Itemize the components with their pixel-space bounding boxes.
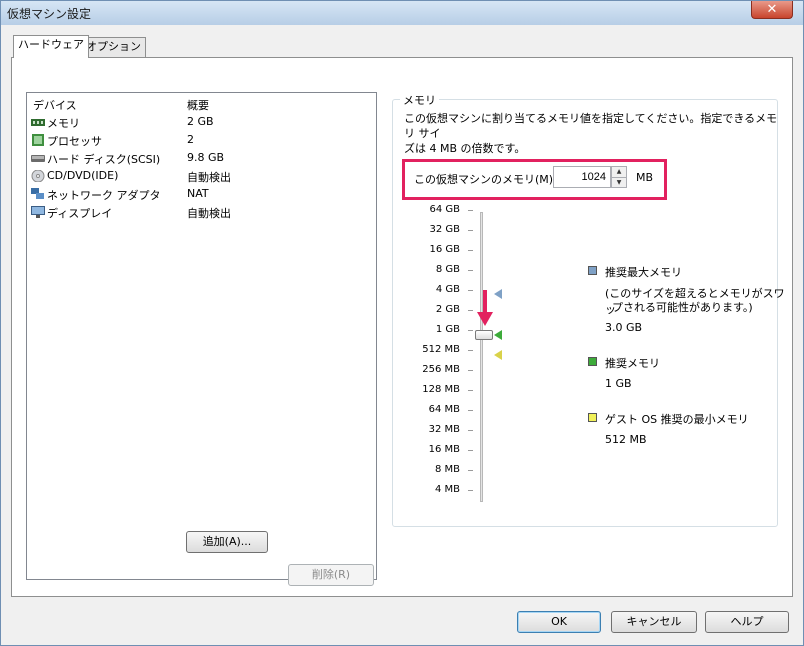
recommended-memory-value: 1 GB <box>605 377 632 390</box>
memory-scale-label: 8 GB <box>435 264 460 275</box>
dialog-client: ハードウェア オプション デバイス 概要 メモリ 2 GB プロセッサ 2 ハー… <box>1 25 803 645</box>
memory-scale-label: 256 MB <box>422 364 460 375</box>
max-memory-note: プされる可能性があります。) <box>612 301 753 314</box>
device-row-memory[interactable]: メモリ 2 GB <box>27 113 376 131</box>
memory-scale-label: 128 MB <box>422 384 460 395</box>
device-summary: NAT <box>187 187 209 200</box>
memory-scale-tick <box>468 430 473 431</box>
network-adapter-icon <box>31 188 44 199</box>
device-row-hard-disk[interactable]: ハード ディスク(SCSI) 9.8 GB <box>27 149 376 167</box>
memory-scale-tick <box>468 350 473 351</box>
memory-scale-tick <box>468 210 473 211</box>
device-row-network-adapter[interactable]: ネットワーク アダプタ NAT <box>27 185 376 203</box>
device-row-cd-dvd[interactable]: CD/DVD(IDE) 自動検出 <box>27 167 376 185</box>
ok-button[interactable]: OK <box>517 611 601 633</box>
device-summary: 自動検出 <box>187 207 231 220</box>
memory-scale-tick <box>468 310 473 311</box>
display-icon <box>31 206 45 218</box>
memory-scale-tick <box>468 290 473 291</box>
hard-disk-icon <box>31 155 45 162</box>
device-name: ハード ディスク(SCSI) <box>47 153 161 166</box>
memory-scale-label: 512 MB <box>422 344 460 355</box>
memory-scale-tick <box>468 490 473 491</box>
memory-spinner[interactable]: ▲ ▼ <box>611 166 627 188</box>
memory-scale-label: 16 GB <box>429 244 460 255</box>
recommended-memory-marker-icon <box>494 330 502 340</box>
max-memory-legend-icon <box>588 266 597 275</box>
device-row-processor[interactable]: プロセッサ 2 <box>27 131 376 149</box>
column-header-summary[interactable]: 概要 <box>187 97 209 113</box>
device-summary: 9.8 GB <box>187 151 225 164</box>
memory-scale-tick <box>468 410 473 411</box>
memory-slider-thumb[interactable] <box>475 330 493 340</box>
memory-scale-tick <box>468 330 473 331</box>
memory-scale-tick <box>468 390 473 391</box>
memory-scale-label: 4 MB <box>434 484 460 495</box>
memory-scale-tick <box>468 230 473 231</box>
memory-description: この仮想マシンに割り当てるメモリ値を指定してください。指定できるメモリ サイ ズ… <box>404 111 782 156</box>
close-button[interactable]: ✕ <box>751 1 793 19</box>
memory-unit: MB <box>636 171 654 184</box>
vm-settings-window: 仮想マシン設定 ✕ ハードウェア オプション デバイス 概要 メモリ 2 GB … <box>0 0 804 646</box>
device-summary: 自動検出 <box>187 171 231 184</box>
memory-group-title: メモリ <box>400 92 439 108</box>
device-summary: 2 GB <box>187 115 214 128</box>
max-memory-value: 3.0 GB <box>605 321 643 334</box>
device-list-header: デバイス 概要 <box>27 93 376 113</box>
cd-dvd-icon <box>31 170 45 182</box>
minimum-memory-marker-icon <box>494 350 502 360</box>
memory-scale-tick <box>468 450 473 451</box>
device-name: ネットワーク アダプタ <box>47 189 161 202</box>
memory-scale-label: 8 MB <box>434 464 460 475</box>
processor-icon <box>32 134 44 146</box>
minimum-memory-title: ゲスト OS 推奨の最小メモリ <box>605 413 749 426</box>
spin-down-icon[interactable]: ▼ <box>612 177 626 187</box>
cancel-button[interactable]: キャンセル <box>611 611 697 633</box>
memory-scale-label: 32 GB <box>429 224 460 235</box>
memory-description-line: この仮想マシンに割り当てるメモリ値を指定してください。指定できるメモリ サイ <box>404 112 778 140</box>
title-bar[interactable]: 仮想マシン設定 ✕ <box>1 1 803 25</box>
recommended-memory-title: 推奨メモリ <box>605 357 660 370</box>
memory-scale-tick <box>468 270 473 271</box>
device-name: ディスプレイ <box>47 207 113 220</box>
device-list[interactable]: デバイス 概要 メモリ 2 GB プロセッサ 2 ハード ディスク(SCSI) … <box>26 92 377 580</box>
pointer-arrow-head-icon <box>477 312 493 326</box>
device-row-display[interactable]: ディスプレイ 自動検出 <box>27 203 376 221</box>
device-name: CD/DVD(IDE) <box>47 169 119 182</box>
memory-description-line: ズは 4 MB の倍数です。 <box>404 142 526 155</box>
memory-scale-label: 4 GB <box>435 284 460 295</box>
memory-scale-tick <box>468 370 473 371</box>
minimum-memory-value: 512 MB <box>605 433 647 446</box>
tab-hardware[interactable]: ハードウェア <box>13 35 89 58</box>
device-name: プロセッサ <box>47 135 102 148</box>
remove-button[interactable]: 削除(R) <box>288 564 374 586</box>
max-memory-marker-icon <box>494 289 502 299</box>
help-button[interactable]: ヘルプ <box>705 611 789 633</box>
max-memory-title: 推奨最大メモリ <box>605 266 682 279</box>
column-header-device[interactable]: デバイス <box>33 97 77 113</box>
memory-scale-tick <box>468 470 473 471</box>
tab-options[interactable]: オプション <box>81 37 146 57</box>
spin-up-icon[interactable]: ▲ <box>612 167 626 177</box>
memory-size-input[interactable] <box>553 166 611 188</box>
window-title: 仮想マシン設定 <box>7 7 92 21</box>
memory-scale-tick <box>468 250 473 251</box>
memory-icon <box>31 119 45 126</box>
hardware-tab-page: デバイス 概要 メモリ 2 GB プロセッサ 2 ハード ディスク(SCSI) … <box>11 57 793 597</box>
memory-scale-label: 16 MB <box>428 444 460 455</box>
memory-scale-label: 64 MB <box>428 404 460 415</box>
memory-scale-label: 2 GB <box>435 304 460 315</box>
memory-field-label: この仮想マシンのメモリ(M): <box>414 173 557 186</box>
memory-scale-label: 64 GB <box>429 204 460 215</box>
pointer-arrow-icon <box>483 290 487 314</box>
minimum-memory-legend-icon <box>588 413 597 422</box>
device-name: メモリ <box>47 117 80 130</box>
memory-scale-label: 1 GB <box>435 324 460 335</box>
memory-scale-label: 32 MB <box>428 424 460 435</box>
recommended-memory-legend-icon <box>588 357 597 366</box>
memory-slider-track[interactable] <box>480 212 483 502</box>
device-summary: 2 <box>187 133 194 146</box>
add-button[interactable]: 追加(A)... <box>186 531 268 553</box>
